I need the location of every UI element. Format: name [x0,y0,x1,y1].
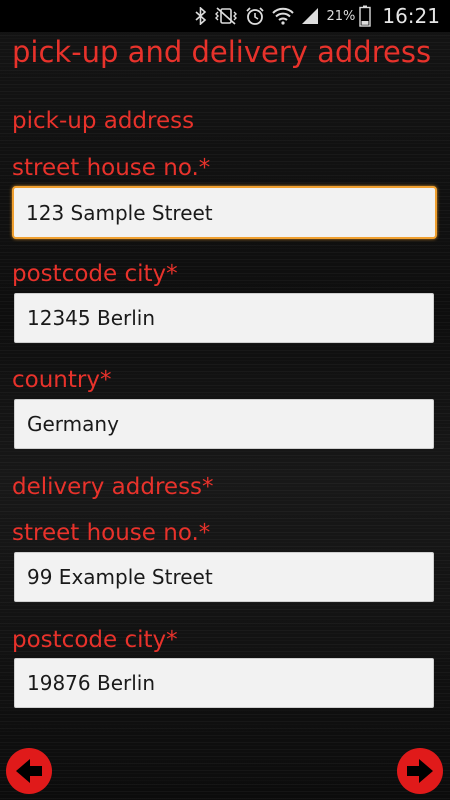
arrow-left-icon [16,759,42,783]
delivery-section-header: delivery address* [12,474,214,500]
signal-icon [301,7,319,25]
status-bar: 21% 16:21 [0,0,450,32]
next-button[interactable] [397,748,443,794]
delivery-street-label: street house no.* [12,520,211,546]
pickup-postcode-input[interactable] [15,294,433,342]
pickup-country-label: country* [12,367,112,393]
vibrate-mute-icon [214,7,238,25]
wifi-icon [272,7,295,25]
status-icons: 21% 16:21 [195,0,440,32]
battery-icon [359,5,372,27]
delivery-street-field [14,552,434,602]
delivery-postcode-field [14,658,434,708]
bluetooth-icon [195,7,207,25]
pickup-postcode-field [14,293,434,343]
delivery-postcode-input[interactable] [15,659,433,707]
pickup-street-label: street house no.* [12,155,211,181]
alarm-icon [245,6,265,26]
battery-percent: 21% [326,8,356,24]
pickup-country-input[interactable] [15,400,433,448]
pickup-street-input[interactable] [14,188,435,237]
clock: 16:21 [382,4,440,28]
arrow-right-icon [407,759,433,783]
delivery-street-input[interactable] [15,553,433,601]
pickup-country-field [14,399,434,449]
pickup-street-field [12,186,437,239]
pickup-section-header: pick-up address [12,108,195,134]
pickup-postcode-label: postcode city* [12,261,178,287]
back-button[interactable] [6,748,52,794]
page-title: pick-up and delivery address [12,35,432,69]
delivery-postcode-label: postcode city* [12,627,178,653]
